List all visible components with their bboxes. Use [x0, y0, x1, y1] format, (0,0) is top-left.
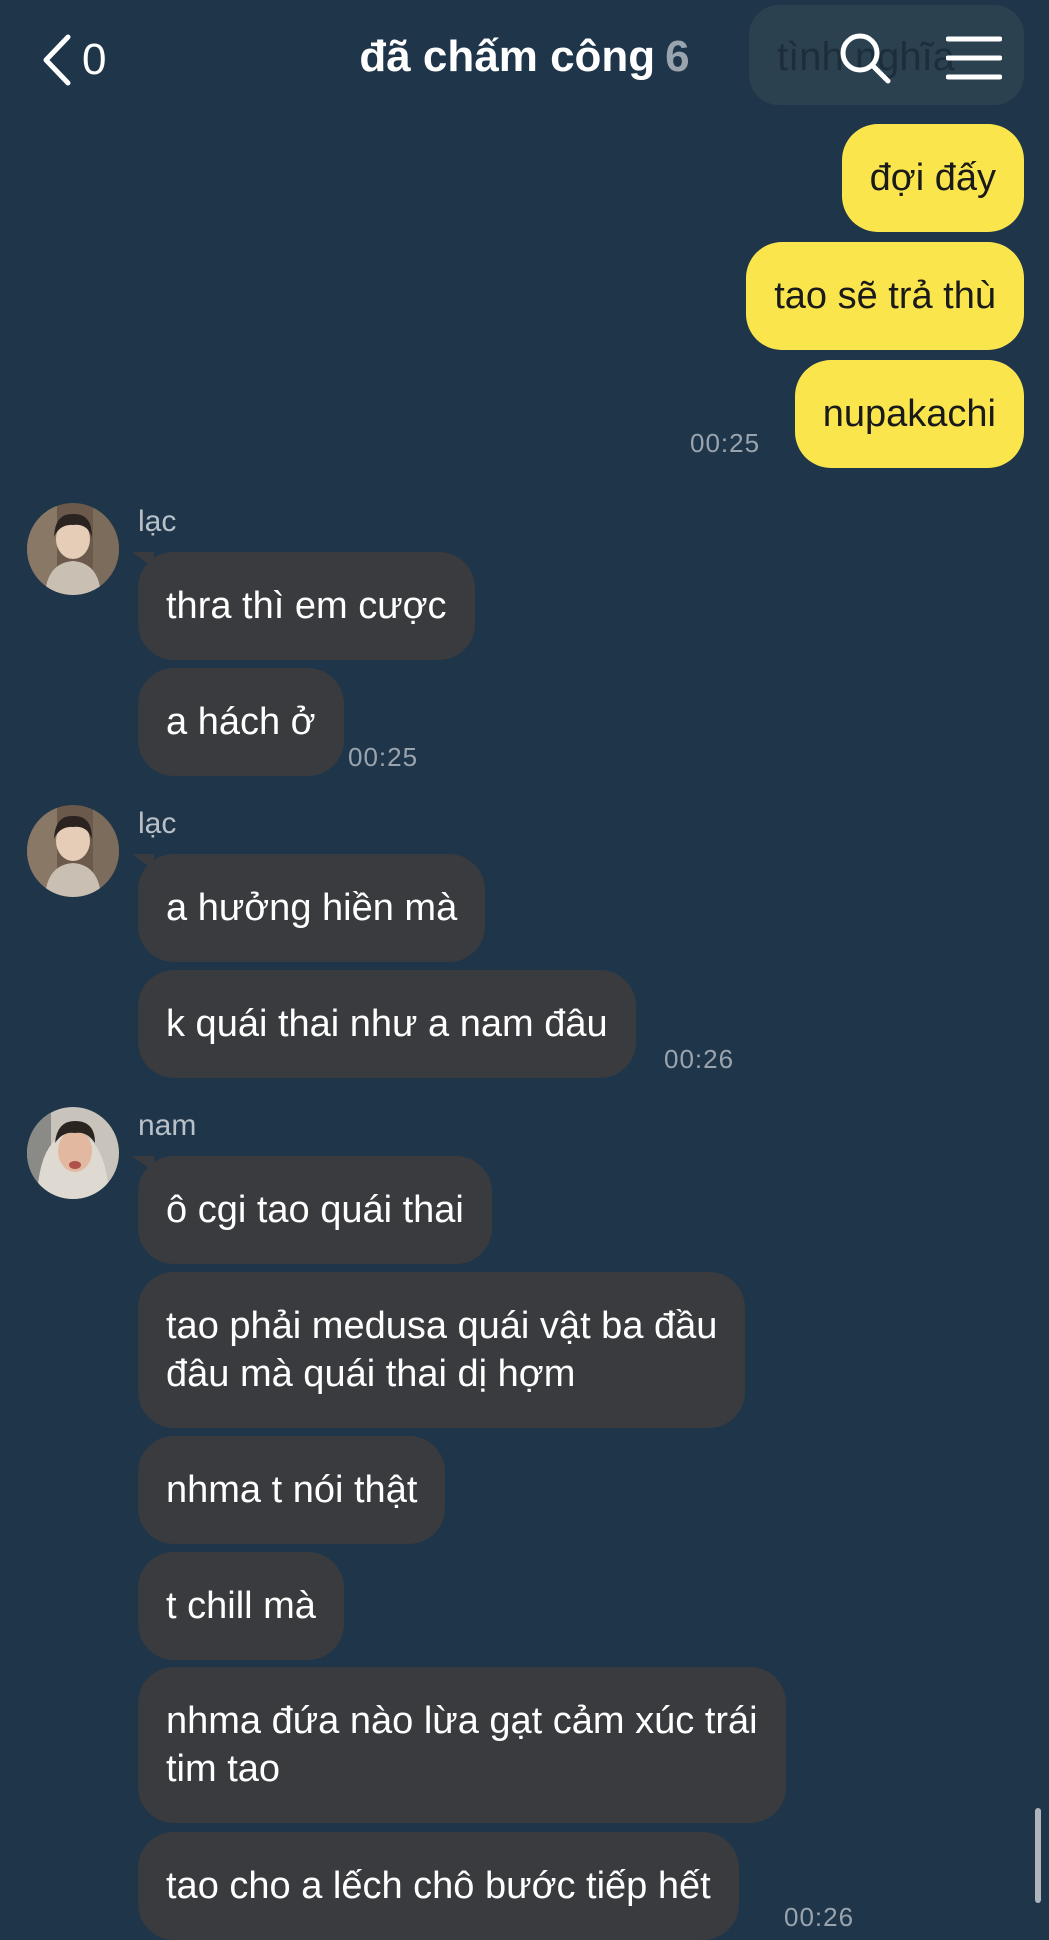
message-bubble[interactable]: a hách ở	[138, 668, 344, 776]
my-message-bubble[interactable]: tao sẽ trả thù	[746, 242, 1024, 350]
my-message-bubble[interactable]: nupakachi	[794, 360, 1024, 468]
message-bubble[interactable]: tao cho a lếch chô bước tiếp hết	[138, 1832, 739, 1940]
sender-name: nam	[138, 1109, 197, 1142]
menu-button[interactable]	[944, 30, 1004, 90]
chat-screen: tình nghĩa 0 đã chấm công 6 đợi đấy tao …	[0, 0, 1049, 1940]
back-button[interactable]: 0	[40, 30, 106, 90]
chevron-left-icon	[40, 33, 74, 87]
avatar-lac[interactable]	[27, 503, 119, 595]
avatar-nam[interactable]	[27, 1107, 119, 1199]
message-time: 00:25	[690, 428, 761, 458]
message-bubble[interactable]: a hưởng hiền mà	[138, 854, 486, 962]
avatar-lac[interactable]	[27, 805, 119, 897]
search-icon	[837, 30, 893, 91]
unread-count: 0	[82, 35, 107, 84]
message-bubble[interactable]: k quái thai như a nam đâu	[138, 970, 636, 1078]
message-bubble[interactable]: tao phải medusa quái vật ba đầu đâu mà q…	[138, 1272, 746, 1428]
message-time: 00:25	[348, 742, 419, 772]
message-bubble[interactable]: ô cgi tao quái thai	[138, 1156, 492, 1264]
hamburger-menu-icon	[945, 34, 1003, 87]
message-bubble[interactable]: nhma đứa nào lừa gạt cảm xúc trái tim ta…	[138, 1667, 786, 1823]
my-message-bubble[interactable]: đợi đấy	[841, 124, 1024, 232]
message-bubble[interactable]: nhma t nói thật	[138, 1436, 446, 1544]
sender-name: lạc	[138, 505, 177, 538]
message-time: 00:26	[664, 1044, 735, 1074]
message-bubble[interactable]: thra thì em cược	[138, 552, 475, 660]
search-button[interactable]	[835, 30, 895, 90]
chat-title-text: đã chấm công	[359, 32, 656, 81]
message-time: 00:26	[784, 1902, 855, 1932]
member-count: 6	[665, 32, 690, 81]
chat-header: tình nghĩa 0 đã chấm công 6	[0, 0, 1049, 118]
scrollbar[interactable]	[1035, 1808, 1041, 1903]
message-bubble[interactable]: t chill mà	[138, 1552, 344, 1660]
sender-name: lạc	[138, 807, 177, 840]
